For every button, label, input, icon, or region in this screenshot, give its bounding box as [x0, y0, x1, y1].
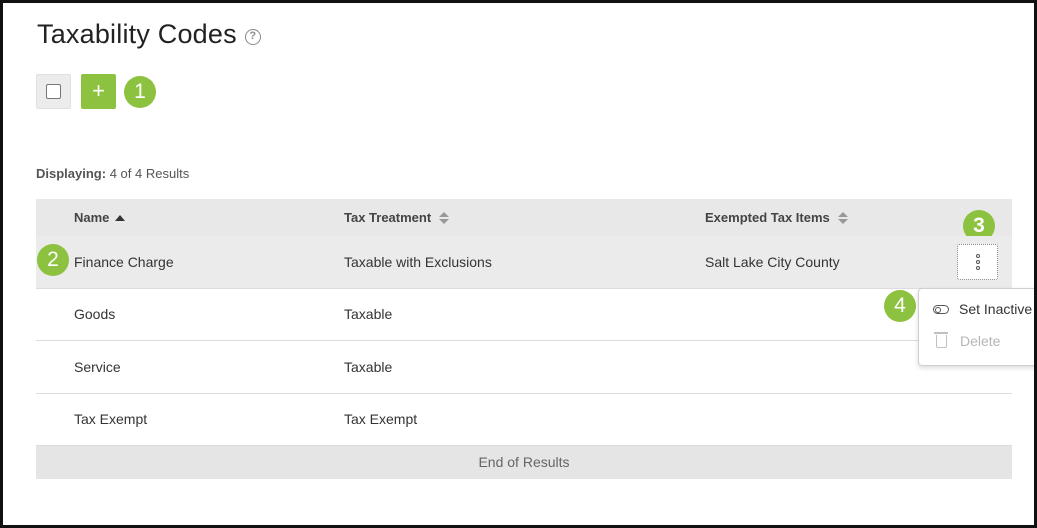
cell-tax-treatment: Taxable — [344, 306, 393, 323]
results-count-text: 4 of 4 Results — [109, 166, 190, 181]
table-header: Name Tax Treatment Exempted Tax Items 3 — [36, 199, 1012, 242]
table-row[interactable]: Tax Exempt Tax Exempt — [36, 394, 1012, 446]
callout-badge-2: 2 — [37, 244, 69, 276]
results-count: Displaying: 4 of 4 Results — [36, 166, 189, 181]
row-actions-menu: Set Inactive Delete — [918, 288, 1034, 366]
table-row[interactable]: Goods Taxable — [36, 289, 1012, 341]
column-header-name[interactable]: Name — [74, 210, 126, 225]
taxability-table: Name Tax Treatment Exempted Tax Items 3 … — [36, 199, 1012, 479]
cell-exempted-tax-items: Salt Lake City County — [705, 253, 840, 270]
sort-icon — [439, 211, 450, 224]
cell-tax-treatment: Taxable — [344, 358, 393, 375]
column-header-tax-treatment[interactable]: Tax Treatment — [344, 210, 450, 225]
column-header-label: Tax Treatment — [344, 210, 432, 225]
cell-name: Service — [74, 358, 121, 375]
toggle-icon — [933, 304, 949, 314]
column-header-label: Exempted Tax Items — [705, 210, 830, 225]
sort-ascending-icon — [115, 214, 126, 221]
cell-name: Goods — [74, 306, 116, 323]
cell-tax-treatment: Taxable with Exclusions — [344, 253, 492, 270]
checkbox-icon — [46, 84, 61, 99]
callout-badge-4: 4 — [884, 290, 916, 322]
kebab-menu-icon — [975, 266, 980, 270]
page-title: Taxability Codes — [37, 19, 237, 49]
table-row[interactable]: 2 Finance Charge Taxable with Exclusions… — [36, 236, 1012, 289]
toolbar: + 1 — [36, 74, 156, 109]
table-footer: End of Results — [36, 446, 1012, 479]
column-header-exempted-tax-items[interactable]: Exempted Tax Items — [705, 210, 848, 225]
help-icon[interactable]: ? — [244, 28, 261, 45]
sort-icon — [837, 211, 848, 224]
table-row[interactable]: Service Taxable — [36, 341, 1012, 394]
select-all-checkbox[interactable] — [36, 74, 71, 109]
kebab-menu-icon — [975, 254, 980, 258]
cell-name: Tax Exempt — [74, 411, 148, 428]
add-button[interactable]: + — [81, 74, 116, 109]
trash-icon — [934, 331, 948, 348]
menu-item-set-inactive[interactable]: Set Inactive — [933, 301, 1032, 317]
column-header-label: Name — [74, 210, 110, 225]
callout-badge-1: 1 — [124, 75, 156, 108]
cell-name: Finance Charge — [74, 253, 174, 270]
results-label: Displaying: — [36, 166, 107, 181]
menu-item-label: Delete — [960, 333, 1001, 349]
kebab-menu-icon — [975, 260, 980, 264]
window-frame: Taxability Codes ? + 1 Displaying: 4 of … — [0, 0, 1037, 528]
menu-item-delete[interactable]: Delete — [933, 331, 1001, 349]
menu-item-label: Set Inactive — [959, 301, 1033, 317]
row-actions-button[interactable] — [957, 244, 998, 280]
cell-tax-treatment: Tax Exempt — [344, 411, 418, 428]
title-row: Taxability Codes ? — [37, 19, 261, 50]
